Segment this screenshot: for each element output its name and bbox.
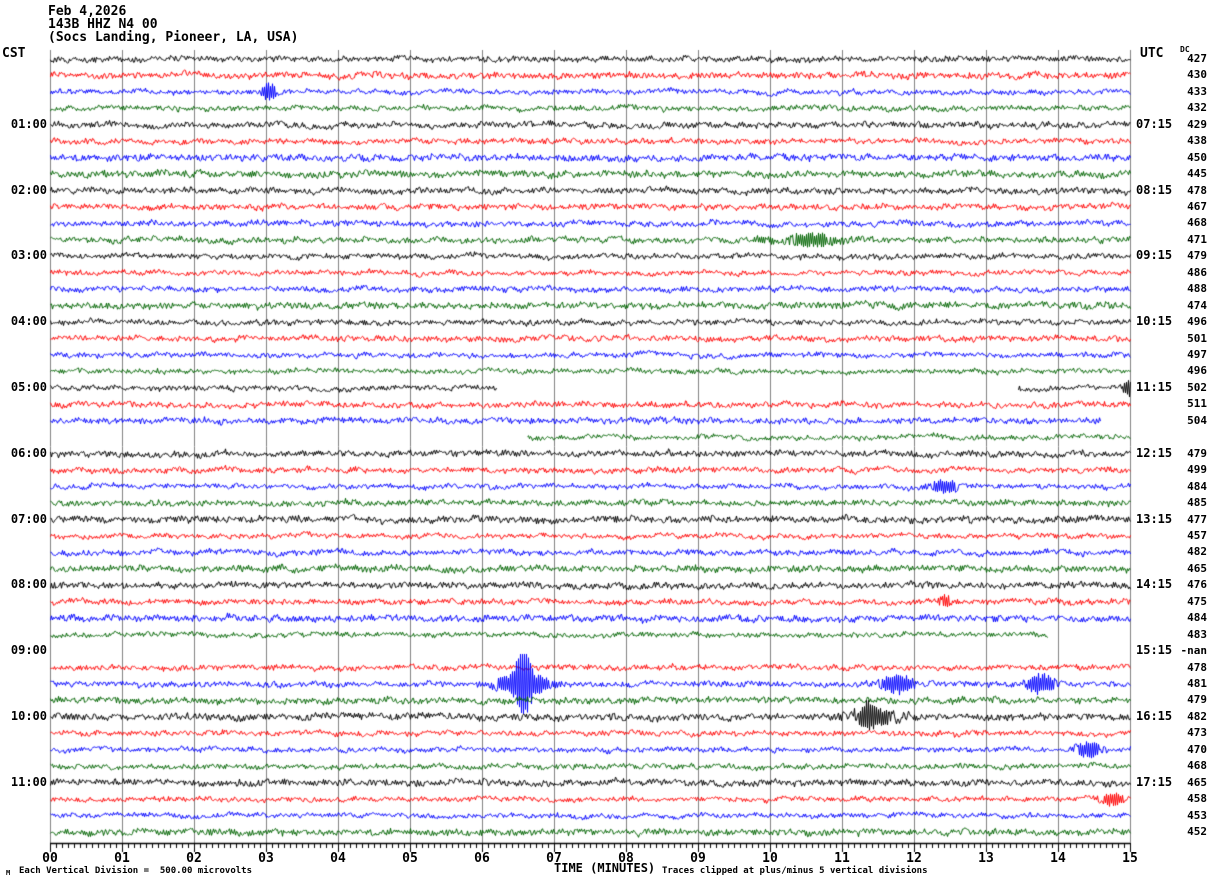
dc-value: 457 — [1187, 528, 1207, 542]
dc-value: 479 — [1187, 693, 1207, 707]
seismogram-plot-canvas — [0, 0, 1210, 886]
dc-value: 433 — [1187, 84, 1207, 98]
dc-value: 430 — [1187, 68, 1207, 82]
dc-value: 482 — [1187, 709, 1207, 723]
dc-value: 468 — [1187, 759, 1207, 773]
dc-value: 478 — [1187, 183, 1207, 197]
cst-hour-label: 05:00 — [10, 379, 47, 394]
cst-hour-label: 01:00 — [10, 116, 47, 131]
dc-value: 481 — [1187, 676, 1207, 690]
x-tick-label: 15 — [1122, 851, 1138, 866]
dc-value: 484 — [1187, 479, 1207, 493]
title-location: (Socs Landing, Pioneer, LA, USA) — [48, 30, 299, 45]
dc-value: 504 — [1187, 413, 1207, 427]
cst-hour-label: 02:00 — [10, 182, 47, 197]
x-axis-title: TIME (MINUTES) — [554, 861, 656, 875]
dc-value: 427 — [1187, 52, 1207, 65]
dc-value: 438 — [1187, 134, 1207, 148]
cst-hour-label: 04:00 — [10, 314, 47, 329]
x-tick-label: 05 — [402, 851, 418, 866]
x-tick-label: 09 — [690, 851, 706, 866]
dc-value: 432 — [1187, 101, 1207, 115]
dc-value: 452 — [1187, 825, 1207, 838]
dc-value: 467 — [1187, 200, 1207, 214]
dc-value: 479 — [1187, 446, 1207, 460]
corner-glyph: M — [6, 869, 11, 877]
x-tick-label: 11 — [834, 851, 850, 866]
dc-value: 478 — [1187, 660, 1207, 674]
helicorder-page: Feb 4,2026 143B HHZ N4 00 (Socs Landing,… — [0, 0, 1210, 886]
x-tick-label: 06 — [474, 851, 490, 866]
dc-value: 474 — [1187, 298, 1207, 312]
right-timezone-label: UTC — [1140, 46, 1164, 61]
dc-value: 499 — [1187, 463, 1207, 477]
dc-value: 453 — [1187, 808, 1207, 822]
dc-value: 511 — [1187, 397, 1207, 411]
dc-value: 476 — [1187, 578, 1207, 592]
dc-value: 501 — [1187, 331, 1207, 345]
dc-value: 468 — [1187, 216, 1207, 230]
dc-value: 486 — [1187, 265, 1207, 279]
dc-value: 482 — [1187, 545, 1207, 559]
scale-note: Each Vertical Division = 500.00 microvol… — [19, 866, 252, 876]
cst-hour-label: 07:00 — [10, 511, 47, 526]
dc-value: 502 — [1187, 380, 1207, 394]
x-tick-label: 03 — [258, 851, 274, 866]
cst-hour-label: 09:00 — [10, 643, 47, 658]
cst-hour-label: 10:00 — [10, 708, 47, 723]
x-tick-label: 01 — [114, 851, 130, 866]
dc-value: 465 — [1187, 775, 1207, 789]
cst-hour-label: 08:00 — [10, 577, 47, 592]
cst-hour-label: 06:00 — [10, 445, 47, 460]
x-tick-label: 13 — [978, 851, 994, 866]
dc-value: 450 — [1187, 150, 1207, 164]
dc-value: 488 — [1187, 282, 1207, 296]
dc-value: 473 — [1187, 726, 1207, 740]
cst-hour-label: 11:00 — [10, 774, 47, 789]
clip-note: Traces clipped at plus/minus 5 vertical … — [662, 866, 928, 876]
dc-value: 471 — [1187, 232, 1207, 246]
dc-value: 496 — [1187, 315, 1207, 329]
dc-value: 458 — [1187, 792, 1207, 806]
dc-value: 483 — [1187, 627, 1207, 641]
x-tick-label: 14 — [1050, 851, 1066, 866]
dc-value: 477 — [1187, 512, 1207, 526]
dc-value: 497 — [1187, 348, 1207, 362]
x-tick-label: 04 — [330, 851, 346, 866]
x-tick-label: 12 — [906, 851, 922, 866]
dc-value: 479 — [1187, 249, 1207, 263]
dc-value: 485 — [1187, 496, 1207, 510]
dc-value: 429 — [1187, 117, 1207, 131]
x-tick-label: 00 — [42, 851, 58, 866]
dc-value: 475 — [1187, 594, 1207, 608]
cst-hour-label: 03:00 — [10, 248, 47, 263]
dc-value: 470 — [1187, 742, 1207, 756]
dc-value: 496 — [1187, 364, 1207, 378]
dc-value: -nan — [1180, 644, 1208, 658]
dc-value: 445 — [1187, 167, 1207, 181]
x-tick-label: 10 — [762, 851, 778, 866]
left-timezone-label: CST — [2, 46, 26, 61]
x-tick-label: 02 — [186, 851, 202, 866]
dc-value: 484 — [1187, 611, 1207, 625]
dc-value: 465 — [1187, 561, 1207, 575]
